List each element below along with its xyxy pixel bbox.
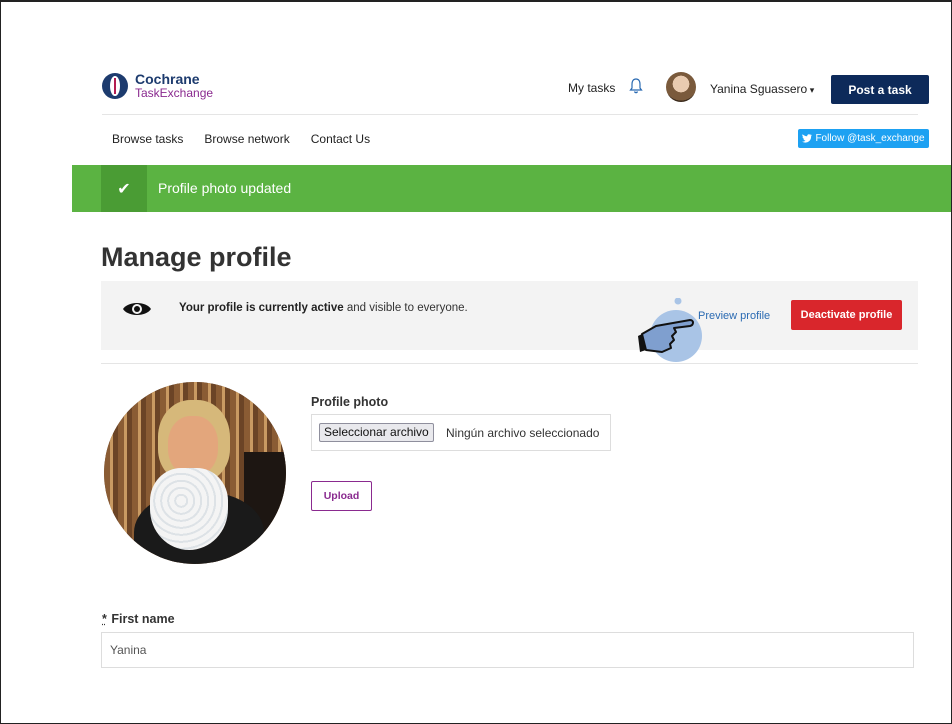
- logo-brand: Cochrane: [135, 71, 200, 87]
- page-title: Manage profile: [101, 242, 292, 272]
- follow-label: Follow @task_exchange: [815, 133, 925, 144]
- profile-status-text: Your profile is currently active and vis…: [179, 302, 468, 314]
- logo-sub: TaskExchange: [135, 86, 214, 100]
- nav-browse-tasks[interactable]: Browse tasks: [112, 132, 183, 146]
- user-menu[interactable]: Yanina Sguassero: [710, 82, 814, 96]
- my-tasks-link[interactable]: My tasks: [568, 81, 615, 95]
- status-bold: Your profile is currently active: [179, 302, 344, 314]
- upload-button[interactable]: Upload: [311, 481, 372, 511]
- first-name-label: * First name: [102, 612, 175, 626]
- success-banner: ✔ Profile photo updated: [72, 165, 951, 212]
- post-task-button[interactable]: Post a task: [831, 75, 929, 104]
- select-file-button[interactable]: Seleccionar archivo: [319, 423, 434, 442]
- cochrane-logo-icon: [102, 73, 128, 99]
- divider: [102, 114, 918, 115]
- first-name-label-text: First name: [111, 612, 175, 626]
- status-rest: and visible to everyone.: [343, 302, 468, 314]
- required-marker: *: [102, 612, 107, 626]
- file-input: Seleccionar archivo Ningún archivo selec…: [311, 414, 611, 451]
- nav-contact-us[interactable]: Contact Us: [311, 132, 370, 146]
- user-avatar[interactable]: [666, 72, 696, 102]
- nav-browse-network[interactable]: Browse network: [204, 132, 289, 146]
- bell-icon[interactable]: [629, 78, 643, 94]
- file-status-text: Ningún archivo seleccionado: [446, 426, 600, 440]
- banner-message: Profile photo updated: [158, 180, 292, 196]
- cochrane-logo[interactable]: Cochrane TaskExchange: [102, 72, 213, 100]
- preview-profile-link[interactable]: Preview profile: [698, 310, 770, 322]
- twitter-bird-icon: [802, 134, 813, 143]
- divider: [101, 363, 918, 364]
- check-icon: ✔: [101, 165, 147, 212]
- eye-icon: [123, 303, 151, 315]
- browser-frame: Cochrane TaskExchange My tasks Yanina Sg…: [0, 0, 952, 724]
- page: Cochrane TaskExchange My tasks Yanina Sg…: [72, 2, 951, 723]
- first-name-field[interactable]: [101, 632, 914, 668]
- profile-status-box: Your profile is currently active and vis…: [101, 281, 918, 362]
- pointing-hand-icon: [638, 298, 702, 362]
- profile-photo: [104, 382, 286, 564]
- logo-text: Cochrane TaskExchange: [135, 72, 213, 100]
- twitter-follow-button[interactable]: Follow @task_exchange: [798, 129, 929, 148]
- main-nav: Browse tasks Browse network Contact Us: [112, 132, 370, 146]
- profile-photo-label: Profile photo: [311, 395, 389, 409]
- deactivate-profile-button[interactable]: Deactivate profile: [791, 300, 902, 330]
